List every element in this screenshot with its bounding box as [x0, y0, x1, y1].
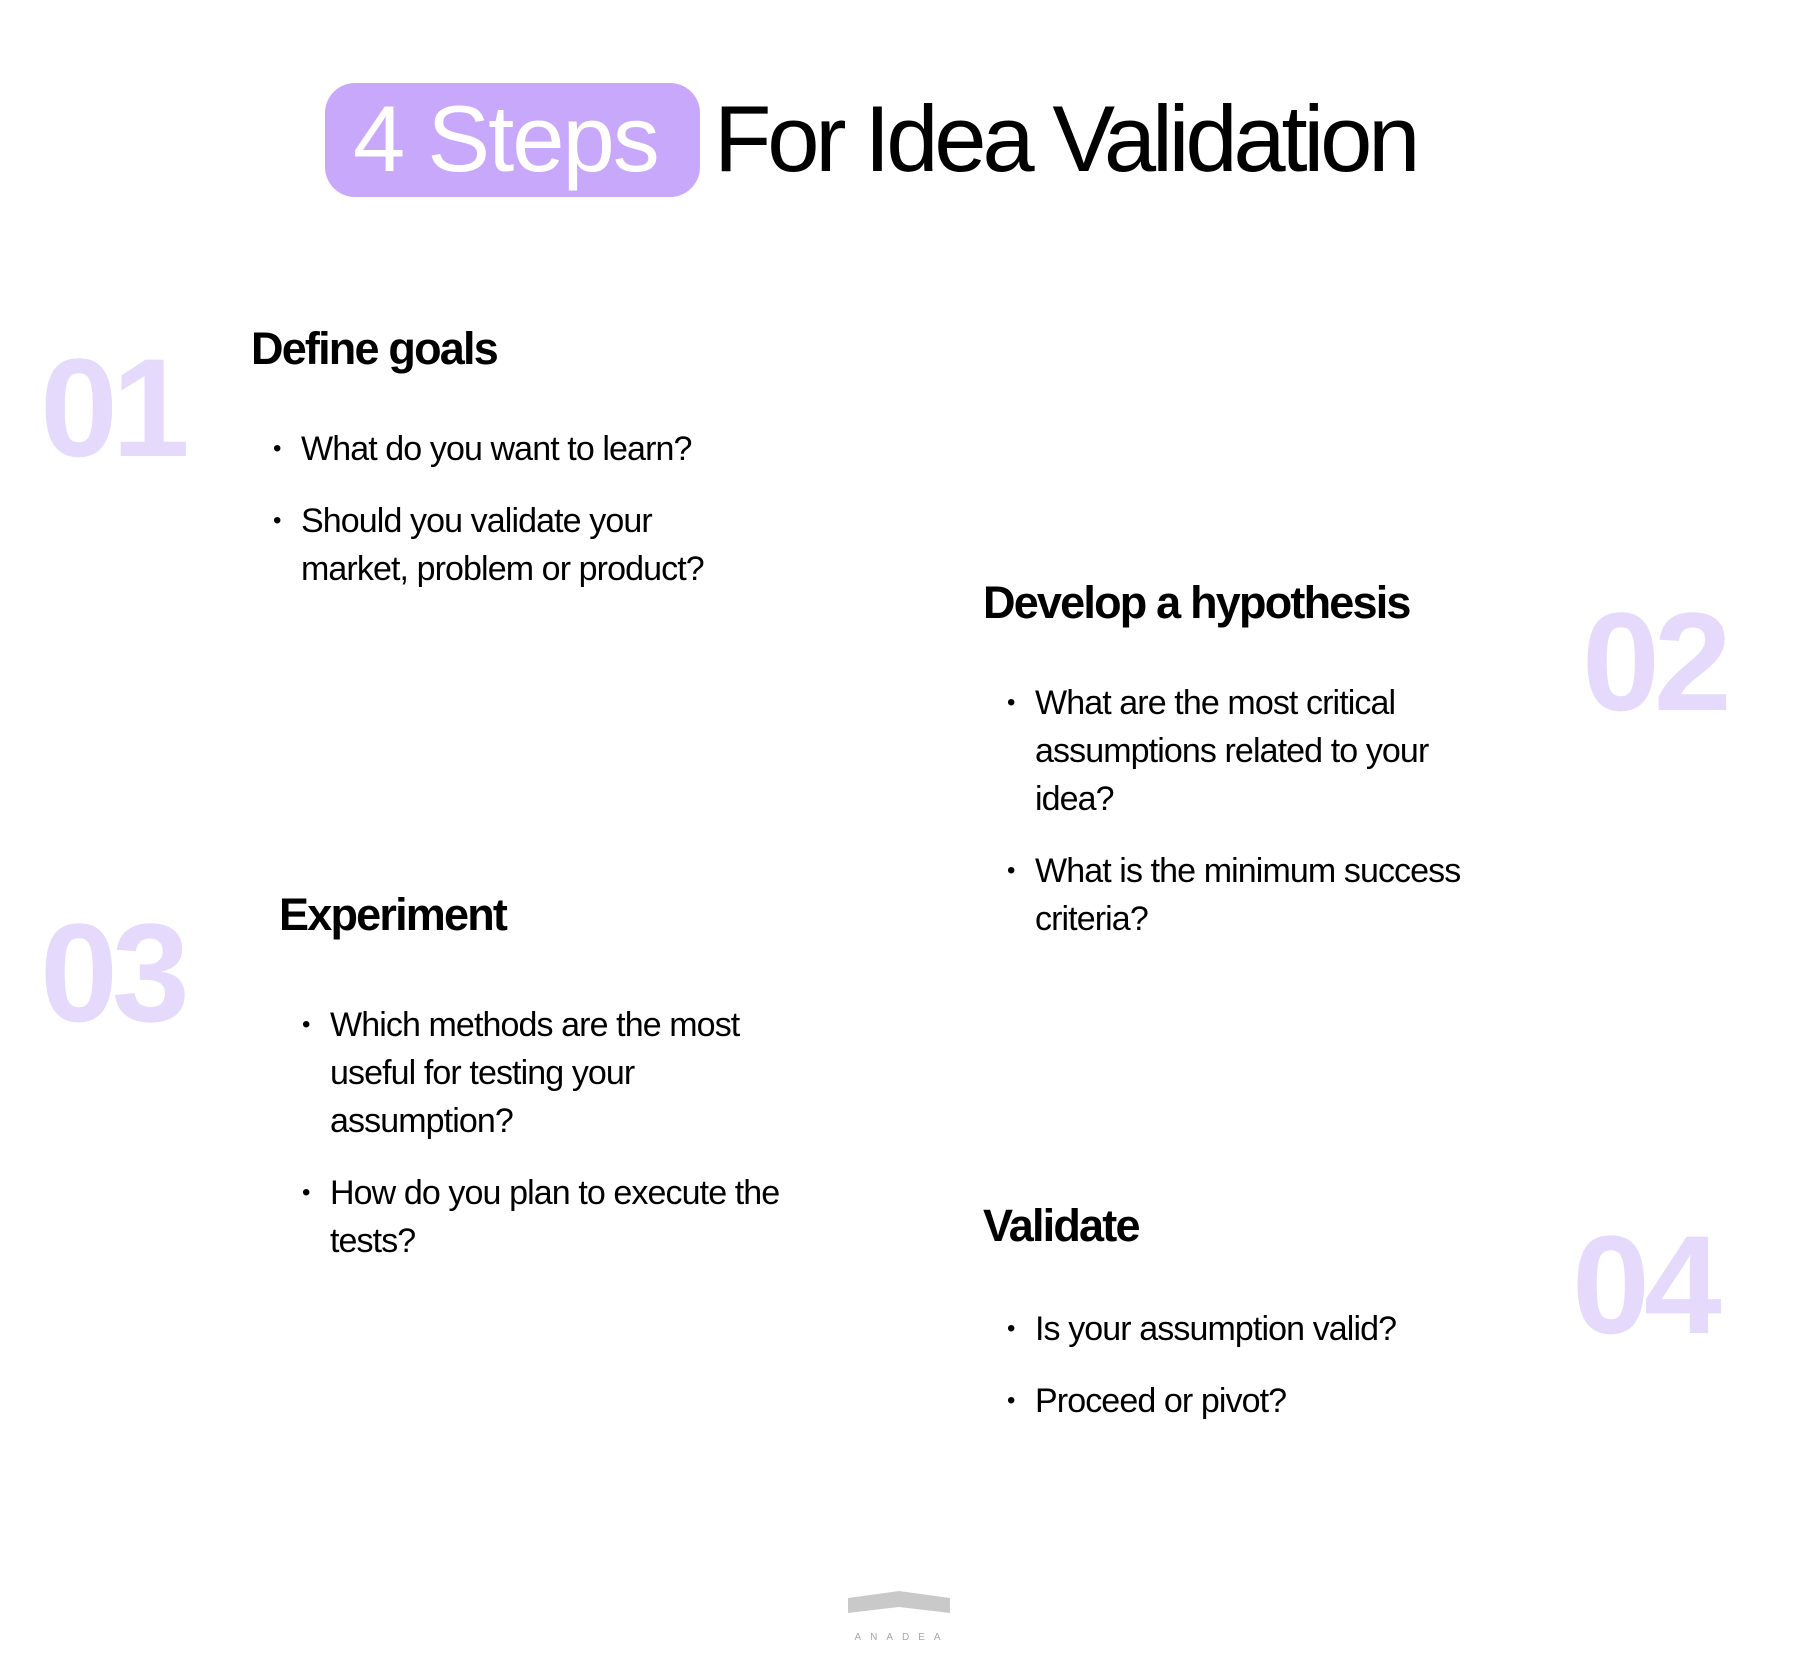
list-item: • Proceed or pivot? — [1007, 1377, 1497, 1425]
step-heading: Define goals — [251, 323, 499, 374]
step-number: 01 — [40, 329, 190, 486]
list-item: • What do you want to learn? — [273, 425, 743, 473]
list-item: • Is your assumption valid? — [1007, 1305, 1497, 1353]
step-bullet-list: • What do you want to learn? • Should you … — [273, 425, 743, 617]
step-bullet-list: • What are the most critical assumptions … — [1007, 679, 1497, 967]
page-title: For Idea Validation — [714, 86, 1420, 191]
step-bullet-list: • Is your assumption valid? • Proceed or p… — [1007, 1305, 1497, 1449]
logo-wordmark: ANADEA — [854, 1632, 950, 1643]
bullet-icon: • — [302, 1011, 310, 1038]
list-item: • How do you plan to execute the tests? — [302, 1169, 822, 1265]
step-heading: Validate — [983, 1200, 1140, 1251]
list-item: • Should you validate your market, proble… — [273, 497, 743, 593]
bullet-icon: • — [273, 435, 281, 462]
step-bullet-list: • Which methods are the most useful for t… — [302, 1001, 822, 1289]
bullet-icon: • — [1007, 1387, 1015, 1414]
step-heading: Develop a hypothesis — [983, 577, 1411, 628]
anadea-logo: ANADEA — [846, 1588, 952, 1648]
list-item: • What are the most critical assumptions … — [1007, 679, 1497, 823]
list-item: • Which methods are the most useful for t… — [302, 1001, 822, 1145]
list-item: • What is the minimum success criteria? — [1007, 847, 1497, 943]
step-number: 02 — [1582, 583, 1732, 740]
step-number: 04 — [1572, 1206, 1722, 1363]
bullet-icon: • — [302, 1179, 310, 1206]
bullet-icon: • — [1007, 1315, 1015, 1342]
bullet-icon: • — [273, 507, 281, 534]
step-number: 03 — [40, 894, 190, 1051]
bullet-icon: • — [1007, 689, 1015, 716]
step-heading: Experiment — [279, 889, 508, 940]
logo-chevron-icon — [848, 1591, 950, 1613]
bullet-icon: • — [1007, 857, 1015, 884]
title-highlight: 4 Steps — [353, 86, 660, 191]
